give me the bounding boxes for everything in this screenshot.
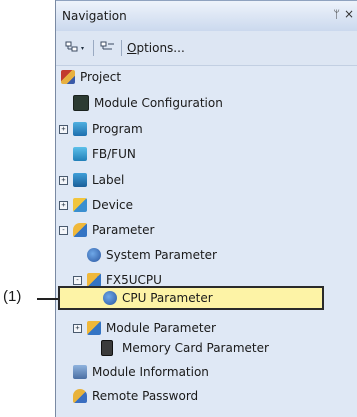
tree-item-label: Project [80, 70, 122, 84]
expand-program-icon[interactable]: + [59, 125, 68, 134]
tree-item-label-text: Label [92, 173, 125, 187]
parameter-icon [73, 223, 87, 237]
tree-item-label: Device [92, 198, 134, 212]
options-label: ptions... [136, 41, 185, 55]
system-parameter-icon [87, 248, 101, 262]
tree-item-label: Module Information [92, 365, 209, 379]
tree-item-remote-password[interactable]: Remote Password [73, 386, 198, 406]
tree-item-label: Remote Password [92, 389, 199, 403]
pin-icon[interactable]: ᛘ [333, 8, 340, 21]
options-button[interactable]: Options... [127, 41, 185, 55]
collapse-parameter-icon[interactable]: - [59, 226, 68, 235]
toolbar-separator [121, 40, 122, 56]
collapse-tree-icon [100, 41, 114, 50]
tree-item-label: Module Configuration [94, 96, 223, 110]
cpu-parameter-icon [103, 291, 117, 305]
collapse-cpu-folder-icon[interactable]: - [73, 276, 82, 285]
tree-item-fbfun[interactable]: FB/FUN [73, 144, 136, 164]
label-icon [73, 173, 87, 187]
expand-module-parameter-icon[interactable]: + [73, 324, 82, 333]
tree-item-label: FX5UCPU [106, 273, 162, 287]
tree-item-program[interactable]: Program [73, 119, 143, 139]
tree-item-label: Program [92, 122, 143, 136]
selected-tree-item-cpu-parameter[interactable]: CPU Parameter [58, 286, 324, 310]
collapse-all-button[interactable] [99, 39, 117, 57]
tree-item-label: Module Parameter [106, 321, 216, 335]
module-configuration-icon [73, 95, 89, 111]
program-icon [73, 122, 87, 136]
tree-item-parameter[interactable]: Parameter [73, 220, 154, 240]
callout-label: (1) [3, 288, 22, 305]
close-icon[interactable]: × [344, 7, 354, 21]
tree-item-module-configuration[interactable]: Module Configuration [73, 93, 223, 113]
tree-item-project[interactable]: Project [61, 67, 121, 87]
navigation-panel: Navigation ᛘ × Options... Project Module… [55, 0, 357, 417]
expand-device-icon[interactable]: + [59, 201, 68, 210]
tree-item-label: System Parameter [106, 248, 217, 262]
tree-item-memory-card-parameter[interactable]: Memory Card Parameter [101, 338, 269, 358]
tree-item-device[interactable]: Device [73, 195, 133, 215]
navigation-toolbar: Options... [56, 31, 357, 66]
module-parameter-icon [87, 321, 101, 335]
view-dropdown-button[interactable] [64, 39, 88, 57]
tree-item-system-parameter[interactable]: System Parameter [87, 245, 217, 265]
tree-item-module-information[interactable]: Module Information [73, 362, 209, 382]
tree-item-label: Memory Card Parameter [122, 341, 269, 355]
panel-titlebar: Navigation ᛘ × [56, 0, 357, 32]
tree-view-icon [65, 41, 84, 52]
memory-card-icon [101, 340, 113, 356]
tree-item-module-parameter[interactable]: Module Parameter [87, 318, 216, 338]
callout-leader-line [37, 298, 58, 300]
project-icon [61, 70, 75, 84]
tree-item-label: FB/FUN [92, 147, 136, 161]
tree-item-label: Parameter [92, 223, 155, 237]
tree-item-cpu-parameter[interactable]: CPU Parameter [103, 289, 213, 307]
expand-label-icon[interactable]: + [59, 176, 68, 185]
device-icon [73, 198, 87, 212]
module-information-icon [73, 365, 87, 379]
cpu-folder-icon [87, 273, 101, 287]
tree-item-label: CPU Parameter [122, 291, 213, 305]
tree-item-label[interactable]: Label [73, 170, 124, 190]
remote-password-icon [73, 389, 87, 403]
panel-title: Navigation [62, 9, 127, 23]
fbfun-icon [73, 147, 87, 161]
toolbar-separator [93, 40, 94, 56]
